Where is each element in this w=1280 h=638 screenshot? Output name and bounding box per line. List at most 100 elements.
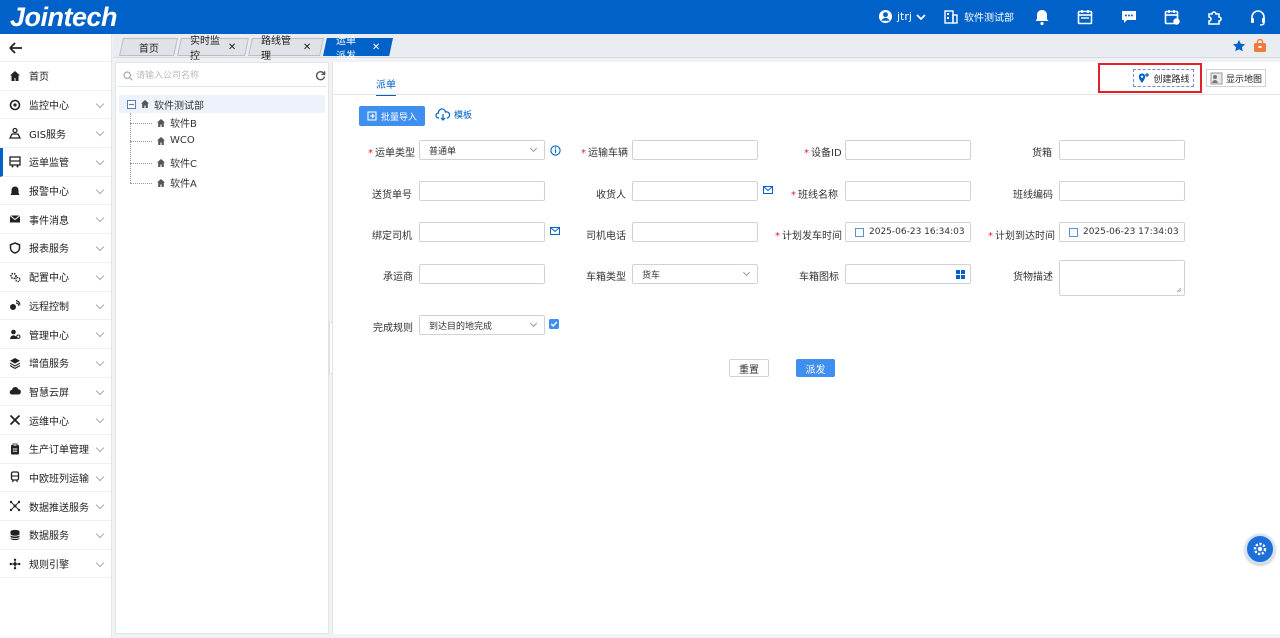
- mail-icon[interactable]: [550, 227, 560, 235]
- sidebar-item-3[interactable]: 运单监管: [0, 148, 111, 177]
- chat-icon[interactable]: [1120, 8, 1138, 26]
- driver-phone-input[interactable]: [632, 222, 758, 242]
- tab-route-management[interactable]: 路线管理 ✕: [248, 36, 324, 62]
- bell-icon[interactable]: [1033, 8, 1051, 26]
- calendar-icon[interactable]: [1076, 8, 1094, 26]
- sidebar-item-10[interactable]: 增值服务: [0, 349, 111, 378]
- delivery-no-input[interactable]: [419, 181, 545, 201]
- box-icon-picker[interactable]: [845, 264, 971, 284]
- sidebar-item-8[interactable]: 远程控制: [0, 292, 111, 321]
- floating-settings-button[interactable]: [1245, 534, 1275, 564]
- plan-depart-datepicker[interactable]: 2025-06-23 16:34:03: [845, 222, 971, 242]
- sidebar-item-0[interactable]: 首页: [0, 62, 111, 91]
- sidebar-item-label: 报警中心: [29, 187, 69, 199]
- sidebar-item-label: 规则引擎: [29, 560, 69, 572]
- top-header: Jointech jtrj 软件测试部: [0, 0, 1280, 34]
- sidebar-collapse-button[interactable]: [0, 34, 111, 62]
- sidebar-item-label: 数据推送服务: [29, 502, 89, 514]
- mail-icon[interactable]: [763, 186, 773, 194]
- tree-child-node[interactable]: 软件B: [130, 115, 197, 130]
- sidebar-item-12[interactable]: 运维中心: [0, 406, 111, 435]
- sidebar-item-2[interactable]: GIS服务: [0, 119, 111, 149]
- sidebar-item-4[interactable]: 报警中心: [0, 177, 111, 206]
- tools-icon: [9, 414, 21, 426]
- company-search-input[interactable]: [136, 68, 306, 84]
- show-map-button[interactable]: 显示地图: [1206, 69, 1266, 87]
- close-icon[interactable]: ✕: [303, 42, 311, 53]
- batch-import-button[interactable]: 批量导入: [359, 106, 425, 126]
- map-user-icon: [1210, 72, 1223, 84]
- refresh-icon[interactable]: [315, 70, 326, 81]
- schedule-icon[interactable]: [1163, 8, 1181, 26]
- reset-button[interactable]: 重置: [729, 359, 769, 377]
- template-download-link[interactable]: 模板: [435, 108, 472, 121]
- sidebar-item-9[interactable]: 管理中心: [0, 320, 111, 349]
- collapse-minus-icon[interactable]: [127, 99, 136, 109]
- dispatch-button[interactable]: 派发: [796, 359, 835, 377]
- tree-child-node[interactable]: 软件A: [130, 175, 197, 190]
- brand-logo[interactable]: Jointech: [10, 2, 118, 33]
- tree-connector: [130, 182, 152, 184]
- resize-handle-icon[interactable]: [1176, 287, 1182, 293]
- line-code-input[interactable]: [1059, 181, 1185, 201]
- monitor-icon: [9, 99, 21, 110]
- sidebar-item-label: 生产订单管理: [29, 445, 89, 457]
- tab-dispatch-order[interactable]: 派单: [376, 76, 396, 96]
- org-switch[interactable]: 软件测试部: [944, 9, 1014, 24]
- receiver-input[interactable]: [632, 181, 758, 201]
- sidebar-item-label: 报表服务: [29, 244, 69, 256]
- tree-root-node[interactable]: 软件测试部: [119, 95, 325, 113]
- tree-child-node[interactable]: WCO: [130, 135, 195, 146]
- tab-home[interactable]: 首页: [119, 38, 178, 56]
- box-type-select[interactable]: 货车: [632, 264, 758, 284]
- headset-icon[interactable]: [1249, 8, 1267, 26]
- carrier-input[interactable]: [419, 264, 545, 284]
- vehicle-input[interactable]: [632, 140, 758, 160]
- puzzle-icon[interactable]: [1206, 8, 1224, 26]
- cargo-desc-textarea[interactable]: [1059, 260, 1185, 296]
- chevron-down-icon: [95, 386, 105, 395]
- tree-child-node[interactable]: 软件C: [130, 155, 197, 170]
- home-icon: [157, 158, 165, 167]
- batch-import-label: 批量导入: [380, 112, 417, 123]
- star-icon[interactable]: [1232, 39, 1246, 53]
- map-pin-icon: [1139, 72, 1150, 83]
- order-type-select[interactable]: 普通单: [419, 140, 545, 160]
- driver-input[interactable]: [419, 222, 545, 242]
- receiver-label: 收货人: [596, 190, 626, 201]
- line-name-input[interactable]: [845, 181, 971, 201]
- sidebar-item-14[interactable]: 中欧班列运输: [0, 464, 111, 493]
- sidebar-item-13[interactable]: 生产订单管理: [0, 435, 111, 464]
- chevron-down-icon: [95, 271, 105, 281]
- building-icon: [944, 9, 958, 24]
- network-icon: [9, 558, 21, 569]
- sidebar-item-7[interactable]: 配置中心: [0, 263, 111, 292]
- sidebar-item-label: 远程控制: [29, 301, 69, 313]
- create-route-button[interactable]: 创建路线: [1133, 69, 1194, 87]
- cargo-box-input[interactable]: [1059, 140, 1185, 160]
- user-gear-icon: [10, 329, 21, 340]
- bag-icon[interactable]: [1253, 39, 1267, 53]
- sidebar-item-1[interactable]: 监控中心: [0, 91, 111, 120]
- sidebar-item-6[interactable]: 报表服务: [0, 234, 111, 263]
- chevron-down-icon: [95, 214, 105, 223]
- chevron-down-icon: [529, 144, 538, 153]
- info-icon[interactable]: [550, 145, 561, 156]
- sidebar-item-11[interactable]: 智慧云屏: [0, 378, 111, 407]
- finish-rule-label: 完成规则: [373, 323, 413, 334]
- device-id-input[interactable]: [845, 140, 971, 160]
- plan-arrive-datepicker[interactable]: 2025-06-23 17:34:03: [1059, 222, 1185, 242]
- sidebar-item-15[interactable]: 数据推送服务: [0, 492, 111, 521]
- sidebar-item-17[interactable]: 规则引擎: [0, 550, 111, 579]
- close-icon[interactable]: ✕: [372, 42, 380, 53]
- close-icon[interactable]: ✕: [228, 42, 236, 53]
- user-menu[interactable]: jtrj: [878, 9, 926, 24]
- sidebar-item-label: 中欧班列运输: [29, 473, 89, 485]
- sidebar-item-5[interactable]: 事件消息: [0, 205, 111, 235]
- divider: [333, 94, 1280, 95]
- checkbox-checked-icon[interactable]: [549, 319, 559, 329]
- finish-rule-select[interactable]: 到达目的地完成: [419, 315, 545, 335]
- tab-realtime-monitor[interactable]: 实时监控 ✕: [177, 36, 249, 62]
- tab-order-dispatch[interactable]: 运单派发 ✕: [323, 36, 393, 62]
- sidebar-item-16[interactable]: 数据服务: [0, 521, 111, 550]
